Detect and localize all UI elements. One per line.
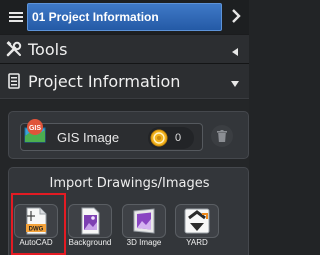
dwg-badge-text: DWG [29, 227, 44, 233]
menu-icon[interactable] [6, 7, 26, 27]
project-document-icon [6, 73, 22, 89]
dwg-file-icon: DWG [26, 207, 47, 235]
gis-image-counter: 0 [148, 127, 194, 149]
trash-icon [217, 130, 227, 142]
gis-badge-text: GIS [29, 125, 41, 132]
import-drawings-title: Import Drawings/Images [49, 176, 210, 191]
3d-image-label: 3D Image [126, 238, 162, 247]
gis-image-button[interactable]: GIS GIS Image 0 [20, 119, 203, 151]
yard-icon [184, 208, 210, 234]
project-step-dropdown[interactable]: 01 Project Information [27, 3, 222, 31]
project-information-title: Project Information [28, 71, 181, 91]
import-drawings-card: Import Drawings/Images DWG AutoCAD Backg… [8, 167, 249, 255]
top-bar: 01 Project Information [0, 0, 249, 34]
chevron-right-icon[interactable] [230, 9, 242, 23]
background-image-icon [81, 207, 100, 235]
expanded-down-icon[interactable] [230, 76, 240, 87]
collapse-left-icon[interactable] [230, 44, 240, 56]
project-information-section-header[interactable]: Project Information [0, 64, 249, 99]
yard-label: YARD [186, 238, 208, 247]
background-import-button[interactable]: Background [68, 204, 112, 250]
delete-button[interactable] [211, 125, 233, 147]
project-information-content: GIS GIS Image 0 Import Drawings/Images D… [0, 100, 249, 255]
autocad-import-button[interactable]: DWG AutoCAD [14, 204, 58, 250]
tools-title: Tools [28, 39, 68, 59]
tools-icon [6, 41, 22, 57]
coin-icon [150, 129, 168, 147]
gis-map-icon: GIS [23, 118, 49, 144]
gis-image-count: 0 [175, 132, 182, 144]
3d-image-import-button[interactable]: 3D Image [122, 204, 166, 250]
project-step-label: 01 Project Information [32, 10, 159, 24]
tools-section-header[interactable]: Tools [0, 34, 249, 64]
gis-image-label: GIS Image [57, 129, 120, 145]
yard-import-button[interactable]: YARD [175, 204, 219, 250]
background-label: Background [68, 238, 112, 247]
gis-image-card: GIS GIS Image 0 [8, 111, 249, 159]
3d-image-icon [133, 208, 155, 234]
autocad-label: AutoCAD [19, 238, 53, 247]
